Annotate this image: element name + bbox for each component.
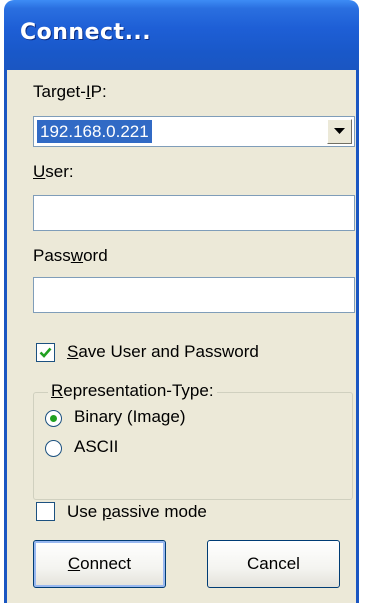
binary-radio-label[interactable]: Binary (Image) (74, 407, 185, 427)
connect-button[interactable]: Connect (33, 540, 166, 588)
target-ip-label: Target-IP: (33, 82, 107, 101)
target-ip-value[interactable]: 192.168.0.221 (37, 120, 152, 143)
target-ip-combobox[interactable]: 192.168.0.221 (33, 116, 355, 147)
user-label: User: (33, 162, 74, 181)
save-credentials-label[interactable]: Save User and Password (67, 342, 259, 362)
dropdown-button[interactable] (327, 119, 352, 144)
save-credentials-checkbox[interactable] (36, 343, 55, 362)
binary-radio[interactable] (45, 410, 62, 427)
password-label: Password (33, 246, 108, 265)
connect-dialog: Connect... Target-IP: 192.168.0.221 User… (0, 0, 376, 603)
representation-type-group: Representation-Type: Binary (Image) ASCI… (33, 381, 353, 500)
window-title: Connect... (20, 20, 152, 45)
password-input[interactable] (33, 277, 355, 313)
ascii-radio-label[interactable]: ASCII (74, 437, 118, 457)
user-input[interactable] (33, 195, 355, 231)
passive-mode-label[interactable]: Use passive mode (67, 502, 207, 522)
checkmark-icon (39, 347, 52, 358)
chevron-down-icon (334, 128, 345, 134)
passive-mode-checkbox[interactable] (36, 502, 55, 521)
radio-selected-dot (50, 415, 57, 422)
ascii-radio[interactable] (45, 440, 62, 457)
cancel-button[interactable]: Cancel (207, 540, 340, 588)
title-bar[interactable]: Connect... (4, 0, 359, 70)
dialog-client-area: Target-IP: 192.168.0.221 User: Password … (4, 70, 359, 603)
representation-type-legend: Representation-Type: (48, 381, 217, 401)
